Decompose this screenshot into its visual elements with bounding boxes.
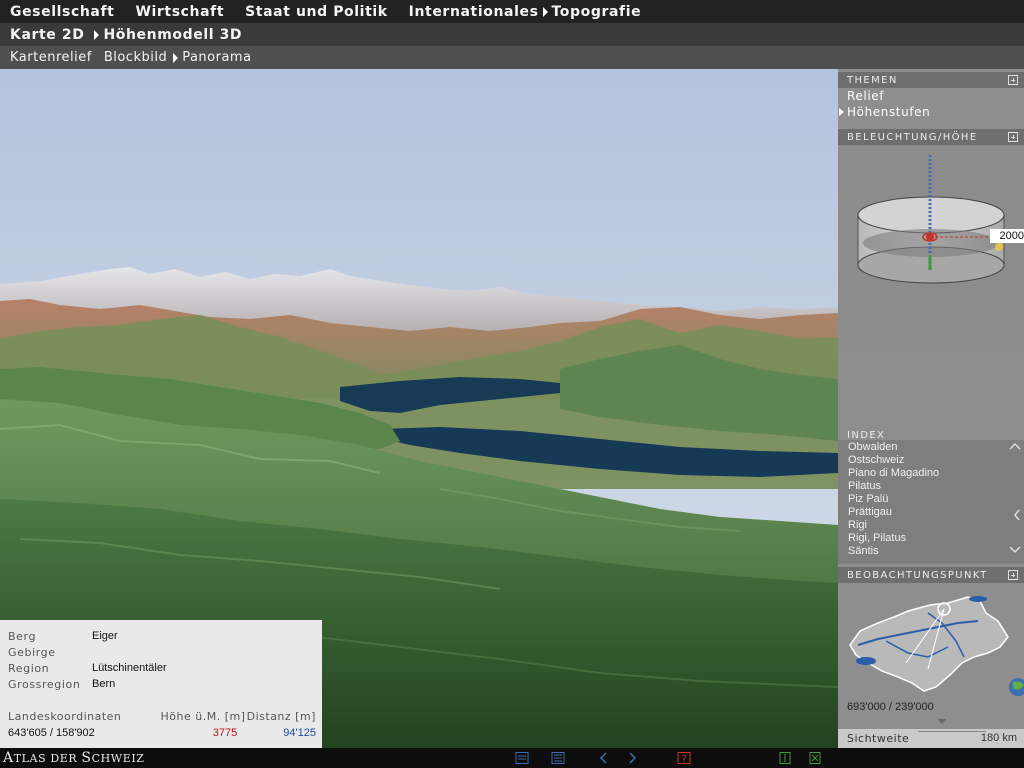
chevron-left-icon[interactable] [598,752,610,764]
scroll-down-icon[interactable] [1009,545,1021,555]
menu-topografie[interactable]: Topografie [542,4,642,20]
berg-label: Berg [8,630,37,643]
menu-gesellschaft[interactable]: Gesellschaft [10,4,114,20]
berg-row: Berg Eiger [8,630,118,643]
document-icon[interactable] [514,752,530,764]
arrow-right-icon [94,29,100,40]
menu-staat-und-politik[interactable]: Staat und Politik [245,4,388,20]
themen-header: THEMEN [838,72,1024,88]
index-item[interactable]: Prättigau [848,506,1008,519]
svg-text:?: ? [681,754,686,764]
index-item[interactable]: Pilatus [848,480,1008,493]
height-readout: 2000 [990,229,1024,243]
landeskoordinaten-value: 643'605 / 158'902 [8,727,95,739]
menu-kartenrelief[interactable]: Kartenrelief [10,50,92,65]
beleuchtung-title: BELEUCHTUNG/HÖHE [847,132,978,143]
arrow-right-icon [173,52,179,63]
tertiary-menu: Kartenrelief Blockbild Panorama [0,46,1024,69]
scroll-left-icon[interactable] [1013,509,1021,521]
sichtweite-label: Sichtweite [847,732,910,745]
coordinate-headers: Landeskoordinaten Höhe ü.M. [m] Distanz … [8,710,316,723]
help-icon[interactable]: ? [676,752,692,764]
distanz-label: Distanz [m] [246,710,316,723]
theme-hoehenstufen[interactable]: Höhenstufen [847,105,930,119]
beleuchtung-header: BELEUCHTUNG/HÖHE [838,129,1024,145]
lighting-control[interactable]: 2000 [838,145,1024,353]
index-item[interactable]: Säntis [848,545,1008,558]
menu-panorama[interactable]: Panorama [173,50,251,65]
grossregion-label: Grossregion [8,678,81,691]
berg-value: Eiger [92,630,118,642]
sichtweite-value: 180 km [980,732,1017,744]
distanz-value: 94'125 [283,727,316,739]
chevron-right-icon[interactable] [626,752,638,764]
region-label: Region [8,662,50,675]
menu-internationales[interactable]: Internationales [409,4,539,20]
beobachtung-title: BEOBACHTUNGSPUNKT [847,570,988,581]
menu-wirtschaft[interactable]: Wirtschaft [135,4,224,20]
globe-icon[interactable] [1009,678,1024,696]
coordinate-values: 643'605 / 158'902 3775 94'125 [8,727,316,739]
grossregion-row: Grossregion Bern [8,678,115,691]
theme-relief[interactable]: Relief [847,89,884,103]
index-item[interactable]: Piz Palü [848,493,1008,506]
index-item[interactable]: Piano di Magadino [848,467,1008,480]
beobachtung-header: BEOBACHTUNGSPUNKT [838,567,1024,583]
sichtweite-control[interactable]: Sichtweite 180 km [838,729,1024,748]
info-panel: Berg Eiger Gebirge Region Lütschinentäle… [0,620,322,748]
gebirge-row: Gebirge [8,646,92,659]
region-row: Region Lütschinentäler [8,662,167,675]
beobachtung-coords: 693'000 / 239'000 [847,701,934,713]
index-item[interactable]: Ostschweiz [848,454,1008,467]
index-item[interactable]: Rigi [848,519,1008,532]
atlas-logo: ATLAS DER SCHWEIZ [3,750,145,766]
index-item[interactable]: Obwalden [848,441,1008,454]
landeskoordinaten-label: Landeskoordinaten [8,710,122,723]
chevron-down-icon[interactable] [938,719,946,725]
index-list: Obwalden Ostschweiz Piano di Magadino Pi… [848,441,1008,558]
footer-bar: ATLAS DER SCHWEIZ ? [0,748,1024,768]
secondary-menu: Karte 2D Höhenmodell 3D [0,23,1024,46]
hoehe-label: Höhe ü.M. [m] [160,710,246,723]
hoehe-value: 3775 [212,727,238,739]
switzerland-map [849,596,1024,696]
close-icon[interactable] [808,752,822,764]
arrow-right-icon [542,6,548,17]
expand-icon[interactable] [1008,570,1018,580]
menu-hoehenmodell-3d[interactable]: Höhenmodell 3D [94,27,242,43]
expand-icon[interactable] [1008,75,1018,85]
primary-menu: Gesellschaft Wirtschaft Staat und Politi… [0,0,1024,23]
list-icon[interactable] [550,752,566,764]
expand-icon[interactable] [1008,132,1018,142]
exit-icon[interactable] [778,752,792,764]
lighting-cylinder-graphic [857,155,1005,284]
menu-karte-2d[interactable]: Karte 2D [10,27,84,43]
themen-title: THEMEN [847,75,898,86]
menu-blockbild[interactable]: Blockbild [104,50,167,65]
sichtweite-slider[interactable] [918,731,986,732]
scroll-up-icon[interactable] [1009,441,1021,451]
region-value: Lütschinentäler [92,662,167,674]
index-item[interactable]: Rigi, Pilatus [848,532,1008,545]
side-panel: THEMEN Relief Höhenstufen BELEUCHTUNG/HÖ… [838,69,1024,748]
active-arrow-icon [839,108,844,116]
grossregion-value: Bern [92,678,116,690]
gebirge-label: Gebirge [8,646,56,659]
